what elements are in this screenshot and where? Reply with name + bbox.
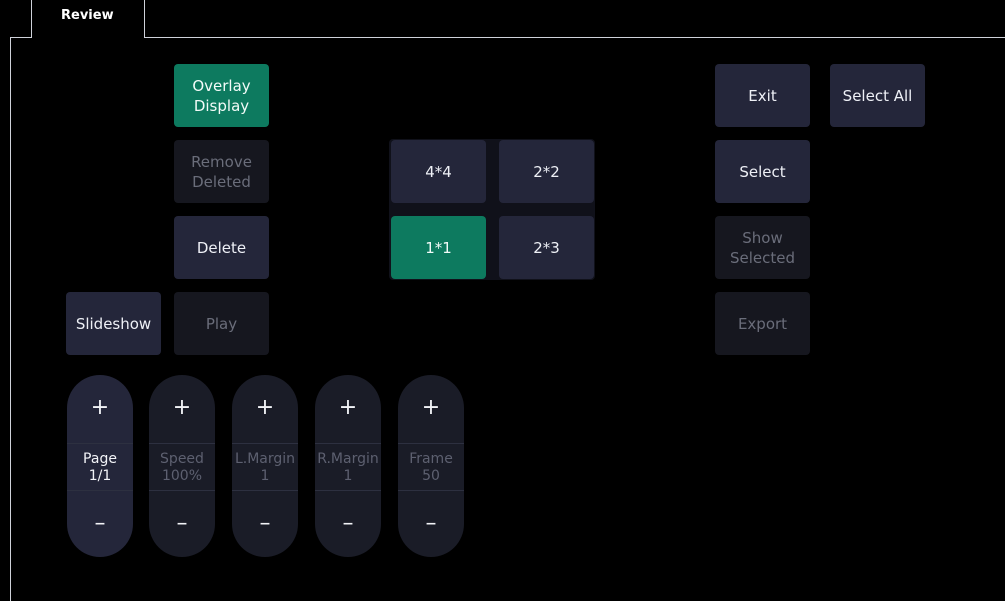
l-margin-label: L.Margin [234,451,296,467]
slideshow-button[interactable]: Slideshow [66,292,161,355]
speed-decrement-button[interactable]: – [149,513,215,535]
frame-stepper[interactable]: + Frame 50 – [398,375,464,557]
show-selected-button: Show Selected [715,216,810,279]
frame-increment-button[interactable]: + [398,397,464,419]
select-all-button[interactable]: Select All [830,64,925,127]
l-margin-stepper[interactable]: + L.Margin 1 – [232,375,298,557]
play-button: Play [174,292,269,355]
remove-deleted-button: Remove Deleted [174,140,269,203]
speed-stepper[interactable]: + Speed 100% – [149,375,215,557]
page-decrement-button[interactable]: – [67,513,133,535]
r-margin-value: 1 [343,468,353,484]
page-increment-button[interactable]: + [67,397,133,419]
r-margin-increment-button[interactable]: + [315,397,381,419]
layout-2x3-button[interactable]: 2*3 [499,216,594,279]
frame-value: 50 [422,468,440,484]
l-margin-increment-button[interactable]: + [232,397,298,419]
page-stepper-divider [67,490,133,491]
r-margin-decrement-button[interactable]: – [315,513,381,535]
l-margin-decrement-button[interactable]: – [232,513,298,535]
page-label: Page [83,451,117,467]
tab-review[interactable]: Review [31,0,145,38]
l-margin-value: 1 [260,468,270,484]
r-margin-stepper-divider [315,443,381,444]
delete-button[interactable]: Delete [174,216,269,279]
layout-4x4-button[interactable]: 4*4 [391,140,486,203]
tab-review-label: Review [61,8,114,23]
frame-stepper-divider [398,443,464,444]
l-margin-stepper-divider [232,443,298,444]
frame-top-left-line [10,37,32,38]
exit-button[interactable]: Exit [715,64,810,127]
frame-top-right-line [143,37,1005,38]
export-button: Export [715,292,810,355]
r-margin-label: R.Margin [317,451,379,467]
frame-stepper-divider [398,490,464,491]
frame-decrement-button[interactable]: – [398,513,464,535]
speed-stepper-divider [149,443,215,444]
speed-value: 100% [161,468,203,484]
l-margin-stepper-divider [232,490,298,491]
frame-left-line [10,37,11,601]
layout-1x1-button[interactable]: 1*1 [391,216,486,279]
page-stepper-divider [67,443,133,444]
overlay-display-button[interactable]: Overlay Display [174,64,269,127]
speed-stepper-divider [149,490,215,491]
layout-2x2-button[interactable]: 2*2 [499,140,594,203]
r-margin-stepper-divider [315,490,381,491]
speed-label: Speed [160,451,204,467]
r-margin-stepper[interactable]: + R.Margin 1 – [315,375,381,557]
page-value: 1/1 [88,468,112,484]
page-stepper[interactable]: + Page 1/1 – [67,375,133,557]
select-button[interactable]: Select [715,140,810,203]
speed-increment-button[interactable]: + [149,397,215,419]
frame-label: Frame [409,451,453,467]
